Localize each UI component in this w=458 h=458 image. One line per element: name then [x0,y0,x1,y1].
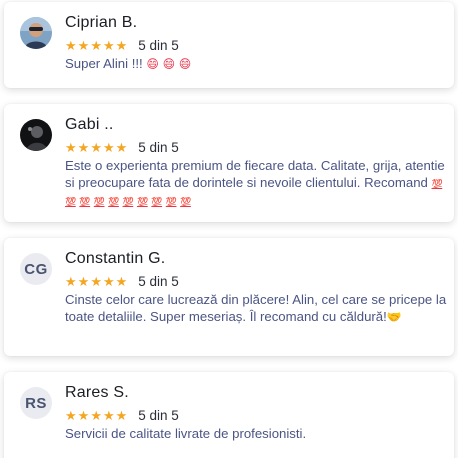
rating: ★ ★ ★ ★ ★ 5 din 5 [65,407,179,423]
avatar [20,119,52,151]
review-card: RS Rares S. ★ ★ ★ ★ ★ 5 din 5 Servicii d… [4,372,454,458]
hundred-points-icon: 💯 [165,198,177,208]
star-icon: ★ [65,37,77,53]
review-text-body: Servicii de calitate livrate de profesio… [65,426,307,441]
reviewer-name: Constantin G. [65,250,166,267]
star-icon: ★ [115,407,128,423]
hundred-points-icon: 💯 [93,198,105,208]
hundred-points-icon: 💯 [108,198,119,208]
star-icon: ★ [77,139,90,155]
rating-score: 5 din 5 [138,273,179,289]
avatar: CG [20,253,52,285]
rating-score: 5 din 5 [138,407,179,423]
hundred-points-icon: 💯 [65,198,76,208]
review-text-body: Este o experienta premium de fiecare dat… [65,158,445,190]
star-icon: ★ [115,139,128,155]
star-icon: ★ [77,37,90,53]
grinning-face-icon: 😄 [146,57,159,71]
review-text: Este o experienta premium de fiecare dat… [65,158,447,212]
star-icon: ★ [90,273,102,289]
reviewer-name: Gabi .. [65,116,114,133]
star-icon: ★ [90,37,102,53]
review-text: Cinste celor care lucrează din plăcere! … [65,292,447,325]
star-icon: ★ [102,139,115,155]
rating-score: 5 din 5 [138,139,179,155]
star-icon: ★ [77,407,90,423]
star-icon: ★ [90,139,102,155]
avatar [20,17,52,49]
avatar-photo-icon [20,119,52,151]
reviewer-name: Rares S. [65,384,129,401]
star-rating: ★ ★ ★ ★ ★ [65,141,127,154]
handshake-icon: 🤝 [386,309,402,324]
review-card: CG Constantin G. ★ ★ ★ ★ ★ 5 din 5 Cinst… [4,238,454,356]
star-rating: ★ ★ ★ ★ ★ [65,275,127,288]
review-text: Servicii de calitate livrate de profesio… [65,426,447,443]
hundred-points-icon: 💯 [136,198,148,208]
hundred-points-icon: 💯 [79,198,91,208]
star-icon: ★ [77,273,90,289]
grinning-face-icon: 😄 [162,57,176,71]
hundred-points-icon: 💯 [180,198,191,208]
hundred-points-icon: 💯 [151,198,163,208]
rating: ★ ★ ★ ★ ★ 5 din 5 [65,273,179,289]
star-icon: ★ [102,37,115,53]
hundred-points-icon: 💯 [122,198,134,208]
review-text-body: Super Alini !!! [65,56,143,71]
star-icon: ★ [65,139,77,155]
star-icon: ★ [102,273,115,289]
rating-score: 5 din 5 [138,37,179,53]
star-icon: ★ [115,37,128,53]
star-icon: ★ [102,407,115,423]
review-text: Super Alini !!! 😄 😄 😄 [65,56,447,73]
star-icon: ★ [90,407,102,423]
star-icon: ★ [65,273,77,289]
avatar-photo-icon [20,17,52,49]
reviewer-name: Ciprian B. [65,14,138,31]
review-card: Ciprian B. ★ ★ ★ ★ ★ 5 din 5 Super Alini… [4,2,454,88]
star-icon: ★ [65,407,77,423]
star-rating: ★ ★ ★ ★ ★ [65,409,127,422]
star-rating: ★ ★ ★ ★ ★ [65,39,127,52]
avatar: RS [20,387,52,419]
hundred-points-icon: 💯 [431,179,443,190]
rating: ★ ★ ★ ★ ★ 5 din 5 [65,37,179,53]
rating: ★ ★ ★ ★ ★ 5 din 5 [65,139,179,155]
grinning-face-icon: 😄 [178,57,192,71]
review-card: Gabi .. ★ ★ ★ ★ ★ 5 din 5 Este o experie… [4,104,454,222]
star-icon: ★ [115,273,128,289]
